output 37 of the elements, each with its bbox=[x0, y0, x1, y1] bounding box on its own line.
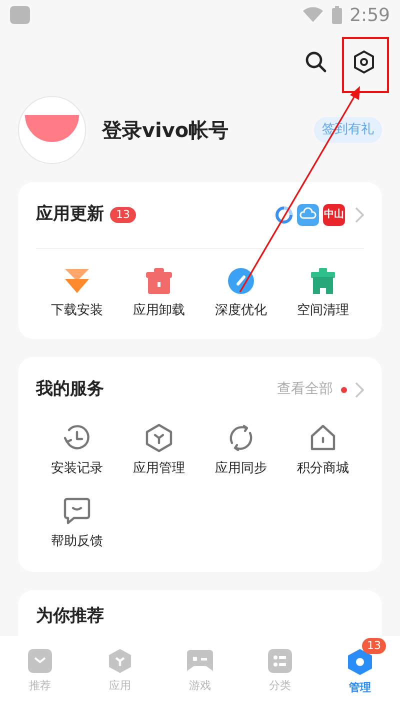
tool-label[interactable]: 深度优化 bbox=[215, 301, 267, 320]
service-label[interactable]: 积分商城 bbox=[297, 458, 349, 478]
login-link[interactable]: 登录vivo帐号 bbox=[102, 115, 314, 145]
card-title: 我的服务 bbox=[36, 378, 105, 401]
app-icon bbox=[275, 206, 293, 224]
hexagon-icon bbox=[107, 648, 133, 674]
app-logo: 中山 bbox=[323, 204, 345, 226]
nav-badge: 13 bbox=[362, 638, 386, 654]
service-label[interactable]: 安装记录 bbox=[51, 458, 103, 478]
service-label[interactable]: 应用同步 bbox=[215, 458, 267, 478]
highlight-box bbox=[342, 37, 389, 93]
wifi-icon bbox=[302, 7, 324, 23]
settings-button[interactable] bbox=[352, 50, 376, 74]
card-title: 应用更新 bbox=[36, 203, 104, 226]
search-button[interactable] bbox=[304, 50, 328, 74]
count-badge: 13 bbox=[110, 207, 136, 223]
chat-icon bbox=[62, 496, 92, 526]
battery-icon bbox=[332, 6, 342, 24]
gear-icon bbox=[347, 648, 373, 676]
cloud-icon bbox=[297, 204, 319, 226]
history-icon bbox=[62, 422, 92, 452]
status-time: 2:59 bbox=[350, 4, 390, 28]
download-icon bbox=[62, 267, 92, 295]
chevron-right-icon bbox=[355, 382, 364, 398]
tool-label[interactable]: 下载安装 bbox=[51, 301, 103, 320]
service-label[interactable]: 帮助反馈 bbox=[51, 532, 103, 552]
card-title: 为你推荐 bbox=[36, 606, 104, 626]
service-label[interactable]: 应用管理 bbox=[133, 458, 185, 478]
gamepad-icon bbox=[186, 648, 214, 674]
tool-label[interactable]: 空间清理 bbox=[297, 301, 349, 320]
hexagon-icon bbox=[144, 422, 174, 452]
home-icon bbox=[308, 422, 338, 452]
notification-icon bbox=[10, 6, 30, 24]
chevron-right-icon bbox=[355, 207, 364, 223]
list-icon bbox=[267, 648, 293, 674]
tool-label[interactable]: 应用卸载 bbox=[133, 301, 185, 320]
trash-icon bbox=[145, 267, 173, 295]
